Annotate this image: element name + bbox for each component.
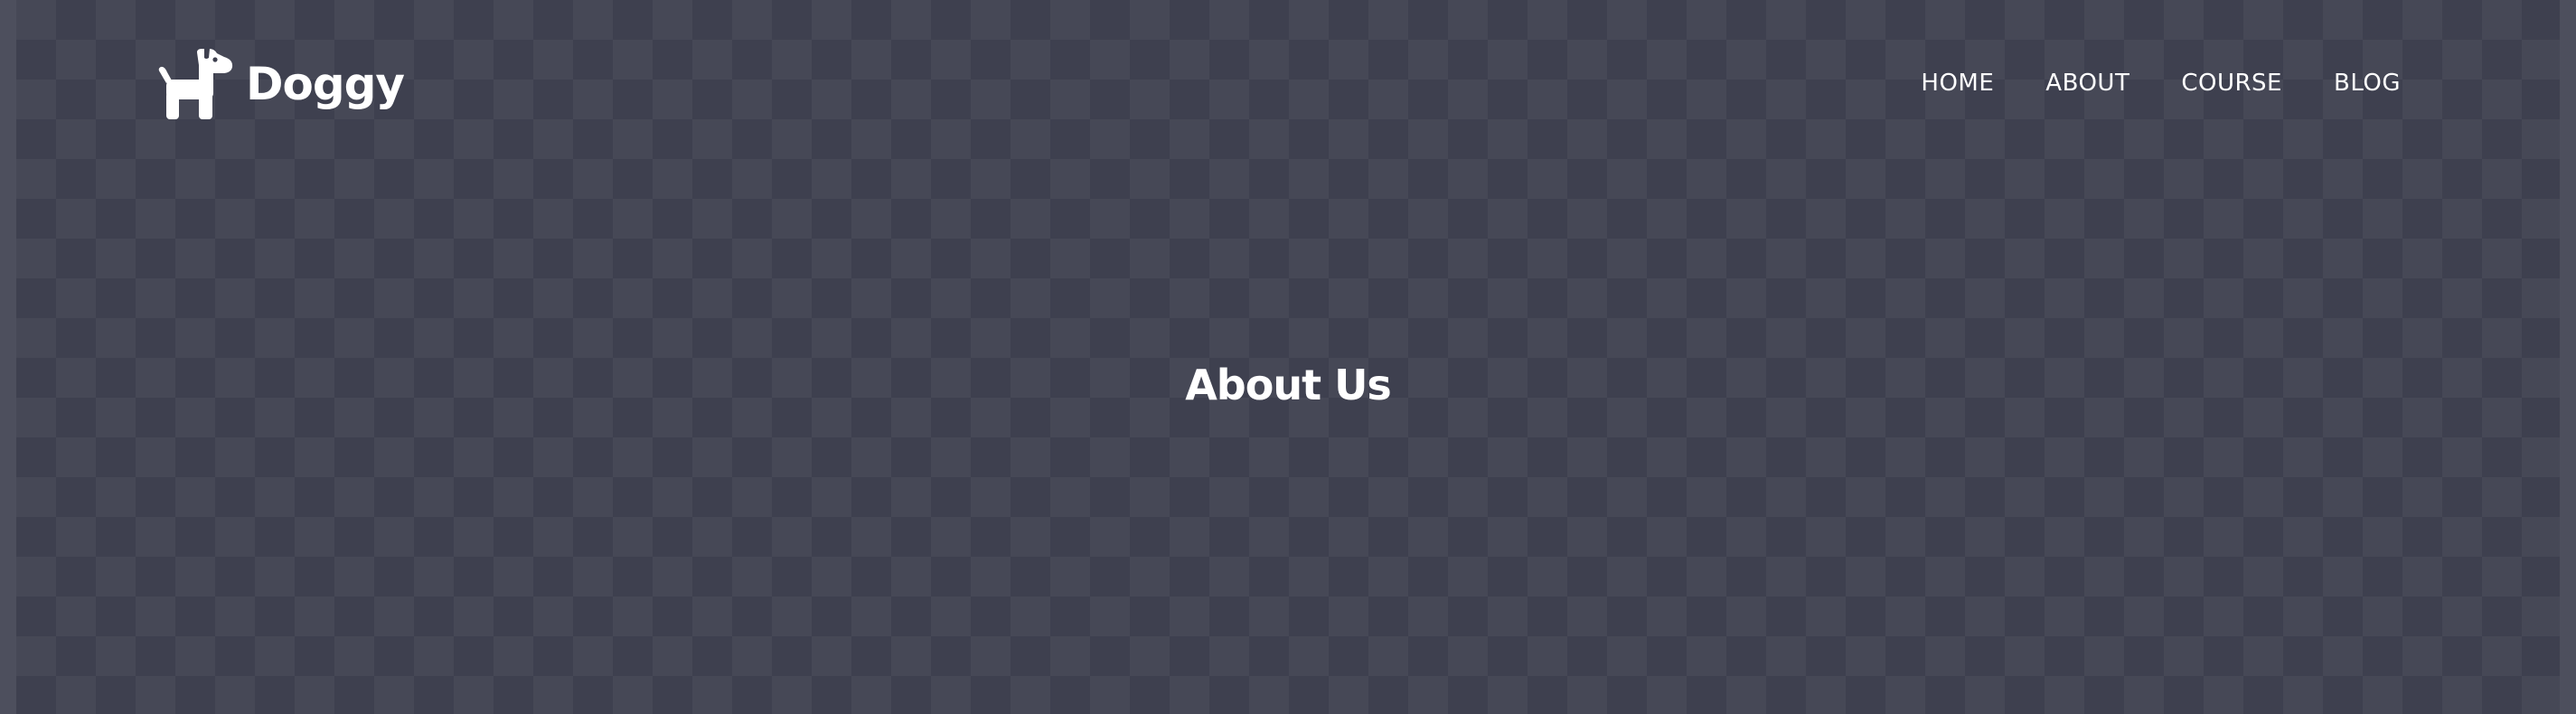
hero-banner: Doggy HOME ABOUT COURSE BLOG About Us: [0, 0, 2576, 714]
brand-name: Doggy: [246, 58, 405, 110]
nav-item-blog: BLOG: [2334, 67, 2401, 99]
nav-item-about: ABOUT: [2045, 67, 2129, 99]
dog-icon: [158, 49, 233, 119]
nav-item-course: COURSE: [2181, 67, 2282, 99]
main-nav: HOME ABOUT COURSE BLOG: [1921, 67, 2401, 99]
nav-link-course[interactable]: COURSE: [2181, 70, 2282, 97]
nav-link-home[interactable]: HOME: [1921, 70, 1994, 97]
brand-link[interactable]: Doggy: [157, 49, 405, 119]
site-header: Doggy HOME ABOUT COURSE BLOG: [0, 0, 2576, 167]
nav-link-about[interactable]: ABOUT: [2045, 70, 2129, 97]
page-title: About Us: [1185, 361, 1392, 409]
nav-link-blog[interactable]: BLOG: [2334, 70, 2401, 97]
nav-item-home: HOME: [1921, 67, 1994, 99]
